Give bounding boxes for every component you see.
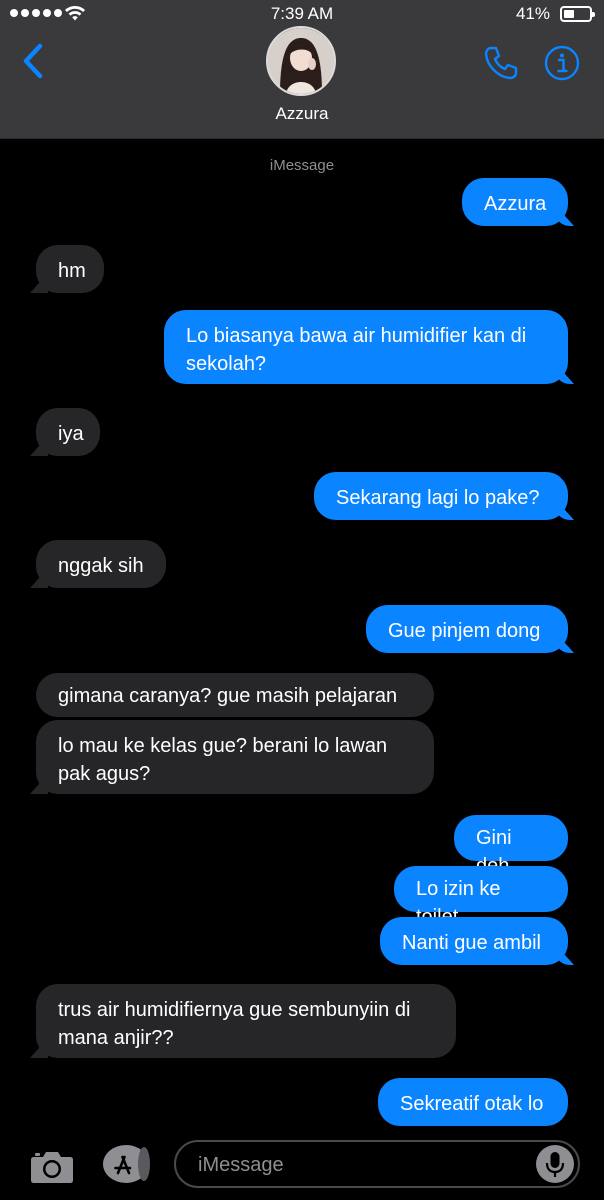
- app-store-icon: [103, 1145, 150, 1183]
- message-bubble-sent[interactable]: Gue pinjem dong: [366, 605, 568, 653]
- message-bubble-sent[interactable]: Azzura: [462, 178, 568, 226]
- phone-icon: [484, 46, 518, 80]
- message-bubble-sent[interactable]: Sekarang lagi lo pake?: [314, 472, 568, 520]
- message-input-field[interactable]: [174, 1140, 580, 1188]
- back-button[interactable]: [18, 40, 52, 82]
- message-bubble-received[interactable]: lo mau ke kelas gue? berani lo lawan pak…: [36, 720, 434, 794]
- message-bubble-sent[interactable]: Gini deh: [454, 815, 568, 877]
- message-bubble-sent[interactable]: Sekreatif otak lo: [378, 1078, 568, 1126]
- message-bubble-received[interactable]: nggak sih: [36, 540, 166, 588]
- message-bubble-sent[interactable]: Lo izin ke toilet: [394, 866, 568, 928]
- message-bubble-received[interactable]: gimana caranya? gue masih pelajaran: [36, 673, 434, 717]
- call-button[interactable]: [482, 44, 520, 82]
- battery-percentage: 41%: [515, 4, 550, 23]
- camera-icon: [31, 1152, 73, 1183]
- battery-level-fill: [564, 10, 574, 18]
- avatar-photo: [268, 28, 334, 94]
- microphone-button[interactable]: [536, 1145, 574, 1183]
- app-store-button[interactable]: [100, 1144, 152, 1184]
- compose-bar: [0, 1128, 604, 1200]
- message-bubble-sent[interactable]: Nanti gue ambil: [380, 917, 568, 965]
- camera-button[interactable]: [30, 1148, 74, 1184]
- message-bubble-received[interactable]: iya: [36, 408, 100, 456]
- status-bar: 7:39 AM 41%: [0, 0, 604, 28]
- service-label: iMessage: [269, 157, 335, 174]
- conversation-header: 7:39 AM 41% Azzura: [0, 0, 604, 139]
- chevron-left-icon: [23, 43, 43, 79]
- message-bubble-received[interactable]: trus air humidifiernya gue sembunyiin di…: [36, 984, 456, 1058]
- battery-icon: [560, 6, 595, 22]
- message-input[interactable]: [196, 1150, 530, 1180]
- message-bubble-sent[interactable]: Lo biasanya bawa air humidifier kan di s…: [164, 310, 568, 384]
- status-time: 7:39 AM: [270, 4, 334, 23]
- info-button[interactable]: [544, 45, 580, 81]
- info-icon: [544, 45, 580, 81]
- contact-name[interactable]: Azzura: [0, 104, 604, 124]
- message-bubble-received[interactable]: hm: [36, 245, 104, 293]
- contact-avatar[interactable]: [266, 26, 336, 96]
- microphone-icon: [545, 1152, 565, 1177]
